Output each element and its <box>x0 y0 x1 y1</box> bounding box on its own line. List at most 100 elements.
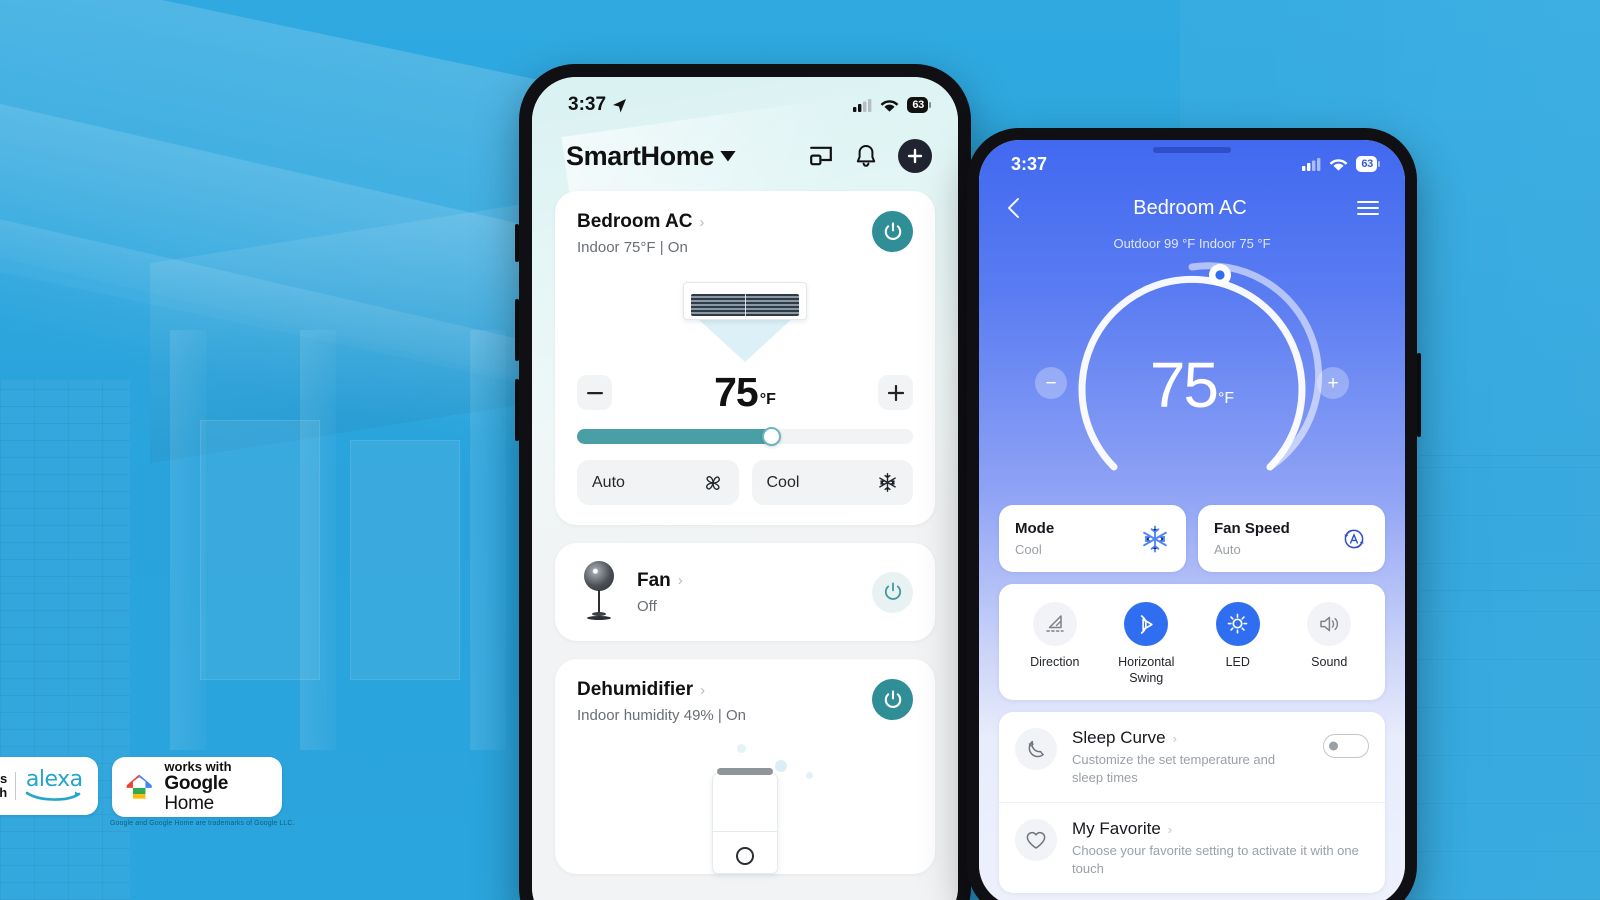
temperature-decrease-button[interactable] <box>577 375 612 410</box>
left-status-bar: 3:37 63 <box>532 77 958 133</box>
temperature-dial[interactable]: − 75 °F + <box>979 255 1405 495</box>
fan-speed-label: Auto <box>592 473 625 491</box>
temperature-value: 75 °F <box>714 369 776 416</box>
function-direction[interactable]: Direction <box>1009 602 1101 686</box>
device-name-row[interactable]: Bedroom AC › <box>577 211 704 233</box>
hamburger-menu-icon[interactable] <box>1355 197 1381 219</box>
direction-button[interactable] <box>1032 602 1077 646</box>
function-label: Direction <box>1030 655 1080 669</box>
control-card-list: Mode Cool Fan Speed Auto Direction Horiz… <box>979 505 1405 894</box>
temp-number: 75 <box>714 369 759 415</box>
dehumidifier-illustration <box>555 734 935 874</box>
ac-detail-screen: 3:37 63 Bedroom AC Outdoor 99 °F Indoor … <box>979 140 1405 900</box>
air-direction-icon <box>1046 615 1064 632</box>
heart-icon <box>1026 832 1046 850</box>
status-time: 3:37 <box>568 94 607 115</box>
device-name-row[interactable]: Fan › <box>637 570 856 592</box>
dehumidifier-seam <box>713 831 777 832</box>
device-card-fan[interactable]: Fan › Off <box>555 543 935 641</box>
device-card-dehumidifier[interactable]: Dehumidifier › Indoor humidity 49% | On <box>555 659 935 874</box>
home-selector[interactable]: SmartHome <box>566 141 736 172</box>
fan-speed-pill[interactable]: Auto <box>577 460 739 505</box>
plus-icon: + <box>1327 372 1339 394</box>
list-item-my-favorite[interactable]: My Favorite › Choose your favorite setti… <box>999 802 1385 893</box>
chevron-right-icon: › <box>1172 730 1177 746</box>
temperature-increase-button[interactable] <box>878 375 913 410</box>
works-with-google-home-badge: works with Google Home <box>112 757 282 817</box>
function-led[interactable]: LED <box>1192 602 1284 686</box>
left-phone-mute-button[interactable] <box>515 224 519 262</box>
dial-temp-number: 75 <box>1149 349 1219 421</box>
power-button-bedroom-ac[interactable] <box>872 211 913 252</box>
cellular-signal-icon <box>1302 158 1321 171</box>
device-name: Dehumidifier <box>577 679 694 700</box>
left-phone-volume-up-button[interactable] <box>515 299 519 361</box>
wifi-icon <box>1329 159 1348 171</box>
chevron-left-icon[interactable] <box>1003 195 1025 221</box>
settings-list-card: Sleep Curve › Customize the set temperat… <box>999 712 1385 894</box>
minus-icon: − <box>1045 372 1057 394</box>
power-icon <box>884 689 901 708</box>
add-device-button[interactable] <box>898 139 932 173</box>
list-item-description: Choose your favorite setting to activate… <box>1072 843 1359 876</box>
right-phone-volume-up-button[interactable] <box>963 343 967 399</box>
left-phone-volume-down-button[interactable] <box>515 379 519 441</box>
right-phone-mute-button[interactable] <box>963 278 967 312</box>
works-with-alexa-badge: ks th alexa <box>0 757 98 815</box>
device-card-list: Bedroom AC › Indoor 75°F | On 75 °F Auto… <box>532 173 958 874</box>
function-label: Sound <box>1311 655 1348 669</box>
led-button[interactable] <box>1215 602 1260 646</box>
fan-head <box>584 561 614 591</box>
chevron-down-icon <box>719 150 736 162</box>
wifi-icon <box>880 100 899 112</box>
list-item-sleep-curve[interactable]: Sleep Curve › Customize the set temperat… <box>999 712 1385 802</box>
battery-indicator: 63 <box>1356 156 1380 172</box>
list-item-description: Customize the set temperature and sleep … <box>1072 752 1276 785</box>
location-arrow-icon <box>613 98 627 112</box>
power-button-dehumidifier[interactable] <box>872 679 913 720</box>
device-name-row[interactable]: Dehumidifier › <box>577 679 746 701</box>
horizontal-swing-button[interactable] <box>1124 602 1169 646</box>
dial-decrease-button[interactable]: − <box>1035 367 1067 399</box>
moon-star-icon-wrap <box>1015 728 1057 771</box>
dial-increase-button[interactable]: + <box>1317 367 1349 399</box>
bell-icon[interactable] <box>854 143 878 169</box>
status-time: 3:37 <box>1011 153 1048 174</box>
moon-star-icon <box>1028 741 1044 758</box>
device-card-bedroom-ac[interactable]: Bedroom AC › Indoor 75°F | On 75 °F Auto… <box>555 191 935 525</box>
slider-fill <box>577 429 772 444</box>
power-button-fan[interactable] <box>872 571 913 613</box>
mode-pill[interactable]: Cool <box>751 460 913 505</box>
led-light-icon <box>1227 613 1248 634</box>
cast-icon[interactable] <box>808 143 834 169</box>
device-name: Fan <box>637 569 671 591</box>
right-phone-power-button[interactable] <box>1417 353 1421 437</box>
airflow-cone <box>697 318 793 362</box>
right-phone-volume-down-button[interactable] <box>963 416 967 472</box>
fan-speed-card[interactable]: Fan Speed Auto <box>1198 505 1385 572</box>
smarthome-app: 3:37 63 SmartHome Bedroom AC › Indoor 75… <box>532 77 958 900</box>
snowflake-icon <box>1143 525 1167 552</box>
sound-button[interactable] <box>1307 602 1352 646</box>
mode-card[interactable]: Mode Cool <box>999 505 1186 572</box>
detail-nav-bar: Bedroom AC <box>979 188 1405 228</box>
device-status: Indoor 75°F | On <box>577 239 688 256</box>
list-item-title-row: Sleep Curve › <box>1072 728 1308 748</box>
function-horizontal-swing[interactable]: Horizontal Swing <box>1101 602 1193 686</box>
left-phone-screen: 3:37 63 SmartHome Bedroom AC › Indoor 75… <box>532 77 958 900</box>
temp-unit: °F <box>759 391 776 408</box>
sleep-curve-toggle[interactable] <box>1323 734 1369 759</box>
function-sound[interactable]: Sound <box>1284 602 1376 686</box>
mode-card-label: Mode <box>1015 520 1055 537</box>
mode-pill-row: Auto Cool <box>555 444 935 525</box>
temperature-slider[interactable] <box>577 427 913 446</box>
chevron-right-icon: › <box>1167 821 1173 837</box>
fan-base <box>587 616 611 620</box>
wall-seam-2 <box>1420 590 1600 591</box>
mode-card-value: Cool <box>1015 542 1042 557</box>
auto-fan-icon <box>1344 529 1364 548</box>
page-title: Bedroom AC <box>1133 196 1247 219</box>
toggle-knob <box>1329 741 1338 751</box>
porch-pillar-right <box>470 330 506 750</box>
speaker-sound-icon <box>1320 616 1339 632</box>
